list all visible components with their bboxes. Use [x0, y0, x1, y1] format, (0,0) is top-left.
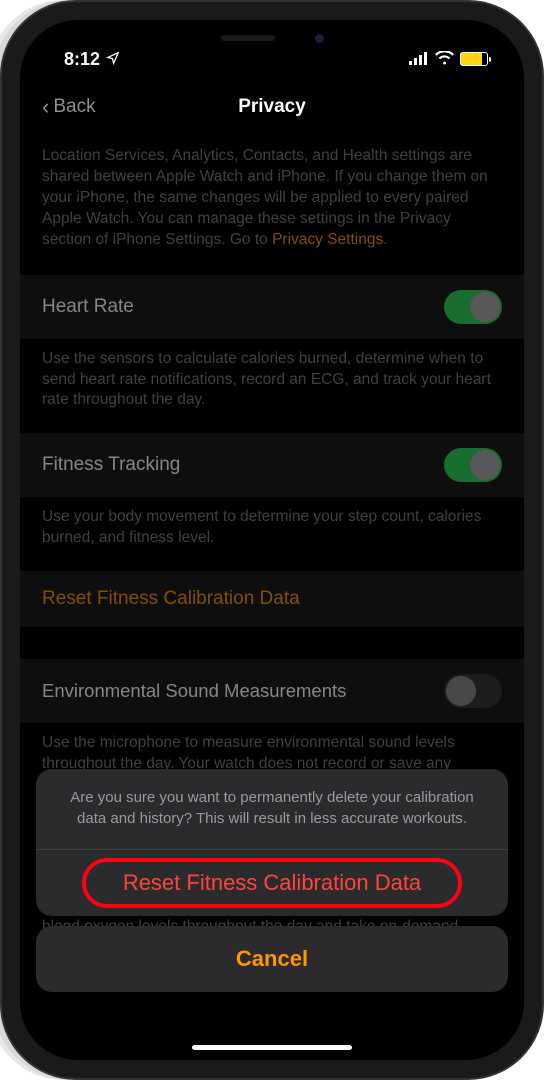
phone-frame: 8:12 ⚡ ‹ Back Privacy [0, 0, 544, 1080]
reset-calibration-label: Reset Fitness Calibration Data [42, 588, 300, 609]
speaker [221, 35, 275, 41]
cellular-icon [409, 49, 429, 70]
back-button[interactable]: ‹ Back [42, 94, 96, 120]
heart-rate-row: Heart Rate [20, 275, 524, 339]
destructive-label: Reset Fitness Calibration Data [123, 870, 421, 895]
intro-text: Location Services, Analytics, Contacts, … [20, 132, 524, 275]
action-sheet: Are you sure you want to permanently del… [20, 757, 524, 1032]
home-indicator[interactable] [192, 1045, 352, 1050]
privacy-settings-link[interactable]: Privacy Settings [272, 231, 383, 248]
heart-rate-label: Heart Rate [42, 296, 134, 318]
content-area: Location Services, Analytics, Contacts, … [20, 132, 524, 1032]
page-title: Privacy [238, 96, 306, 118]
env-sound-toggle[interactable] [444, 674, 502, 708]
heart-rate-desc: Use the sensors to calculate calories bu… [20, 339, 524, 434]
heart-rate-toggle[interactable] [444, 290, 502, 324]
cancel-label: Cancel [236, 946, 308, 971]
env-sound-row: Environmental Sound Measurements [20, 659, 524, 723]
back-label: Back [53, 96, 95, 118]
status-time: 8:12 [64, 49, 100, 70]
notch [167, 20, 377, 56]
navigation-bar: ‹ Back Privacy [20, 76, 524, 132]
location-icon [106, 49, 120, 70]
fitness-tracking-row: Fitness Tracking [20, 433, 524, 497]
cancel-button[interactable]: Cancel [36, 926, 508, 992]
screen: 8:12 ⚡ ‹ Back Privacy [20, 20, 524, 1060]
chevron-left-icon: ‹ [42, 94, 49, 120]
fitness-tracking-label: Fitness Tracking [42, 454, 180, 476]
env-sound-label: Environmental Sound Measurements [42, 680, 346, 702]
reset-calibration-row[interactable]: Reset Fitness Calibration Data [20, 571, 524, 627]
wifi-icon [435, 49, 454, 70]
fitness-tracking-desc: Use your body movement to determine your… [20, 497, 524, 571]
reset-calibration-confirm-button[interactable]: Reset Fitness Calibration Data [36, 850, 508, 916]
action-sheet-message: Are you sure you want to permanently del… [36, 769, 508, 850]
fitness-tracking-toggle[interactable] [444, 448, 502, 482]
camera-dot [315, 34, 324, 43]
action-sheet-group: Are you sure you want to permanently del… [36, 769, 508, 916]
battery-icon: ⚡ [460, 52, 488, 66]
